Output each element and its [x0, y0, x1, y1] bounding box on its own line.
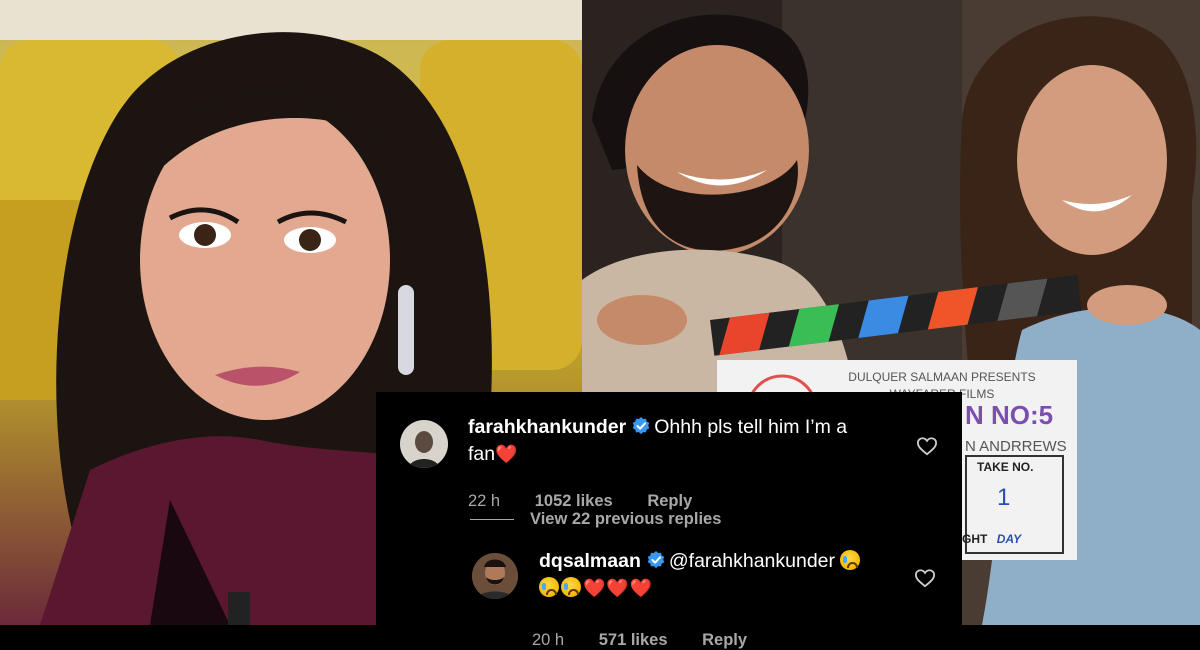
- heart-emoji: ❤️: [495, 444, 519, 464]
- verified-badge-icon: [647, 551, 665, 569]
- avatar[interactable]: [400, 420, 448, 468]
- heart-outline-icon[interactable]: [916, 436, 938, 456]
- comment-body-line2: fan: [468, 443, 496, 465]
- comment-meta: 22 h 1052 likes Reply: [468, 492, 722, 511]
- comment-username[interactable]: dqsalmaan: [539, 550, 641, 572]
- comment-username[interactable]: farahkhankunder: [468, 416, 626, 438]
- likes-count[interactable]: 1052 likes: [535, 492, 613, 510]
- clapper-director: N ANDRREWS: [965, 438, 1067, 455]
- crying-emoji-icon: [561, 577, 581, 597]
- comment-text: dqsalmaan @farahkhankunder ❤️❤️❤️: [539, 548, 899, 602]
- likes-count[interactable]: 571 likes: [599, 631, 668, 649]
- clapper-scene: N NO:5: [965, 400, 1054, 430]
- comment-time: 22 h: [468, 492, 501, 510]
- clapper-day: GHT DAY: [962, 532, 1021, 546]
- crying-emoji-icon: [539, 577, 559, 597]
- hearts-emoji: ❤️❤️❤️: [583, 578, 654, 598]
- clapper-day-value: DAY: [996, 532, 1022, 546]
- comment-time: 20 h: [532, 631, 565, 649]
- heart-outline-icon[interactable]: [914, 568, 936, 588]
- clapper-take-value: 1: [997, 484, 1011, 511]
- view-replies-label: View 22 previous replies: [530, 510, 722, 528]
- divider-line: [470, 519, 514, 520]
- view-replies-button[interactable]: View 22 previous replies: [470, 510, 721, 529]
- reply-button[interactable]: Reply: [702, 631, 747, 649]
- clapper-line1: DULQUER SALMAAN PRESENTS: [848, 370, 1036, 384]
- comment-text: farahkhankunder Ohhh pls tell him I’m a f…: [468, 414, 908, 468]
- comment-meta: 20 h 571 likes Reply: [532, 631, 777, 650]
- avatar[interactable]: [472, 553, 518, 599]
- comment-body-line1: Ohhh pls tell him I’m a: [654, 416, 848, 438]
- reply-button[interactable]: Reply: [647, 492, 692, 510]
- clapper-take-label: TAKE NO.: [977, 460, 1034, 474]
- comments-panel: farahkhankunder Ohhh pls tell him I’m a f…: [376, 392, 962, 649]
- crying-emoji-icon: [840, 550, 861, 570]
- mention-link[interactable]: @farahkhankunder: [669, 550, 835, 572]
- clapper-day-label: GHT: [962, 532, 988, 546]
- verified-badge-icon: [632, 417, 650, 435]
